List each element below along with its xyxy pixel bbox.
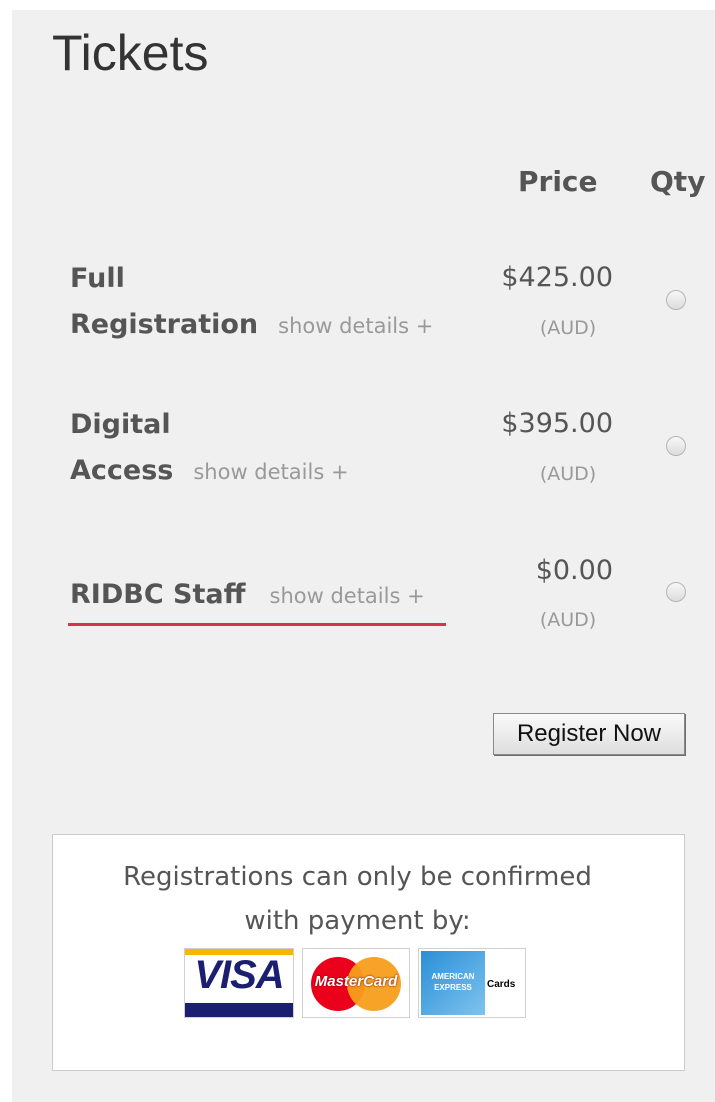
qty-column-header: Qty [650,165,706,198]
register-now-button[interactable]: Register Now [493,713,685,755]
amex-brand-line2: EXPRESS [434,983,472,992]
ticket-qty-radio[interactable] [666,290,686,310]
ticket-qty-radio[interactable] [666,582,686,602]
price-column-header: Price [518,165,598,198]
ticket-name-line2: Access [70,455,174,486]
amex-brand-line1: AMERICAN [431,972,475,981]
amex-cards-text: Cards [487,979,516,990]
ticket-row-full-registration: Full Registration show details + [70,256,433,349]
ticket-name-line2: Registration [70,309,259,340]
focus-underline [68,623,446,626]
ticket-name-line1: Full [70,263,125,294]
page-title: Tickets [52,25,209,81]
show-details-link[interactable]: show details + [193,460,348,484]
ticket-name-line1: Digital [70,409,171,440]
ticket-price: $425.00 [501,262,613,293]
show-details-link[interactable]: show details + [270,584,425,608]
ticket-price: $0.00 [535,555,613,586]
visa-logo-text: VISA [194,953,284,997]
ticket-row-ridbc-staff: RIDBC Staff show details + [70,572,425,619]
visa-logo: VISA [184,948,294,1018]
payment-note-line2: with payment by: [244,906,471,936]
ticket-currency: (AUD) [539,463,597,485]
ticket-name-line1: RIDBC Staff [70,579,246,610]
ticket-price: $395.00 [501,408,613,439]
ticket-currency: (AUD) [539,317,597,339]
show-details-link[interactable]: show details + [278,314,433,338]
mastercard-logo: MasterCard [302,948,410,1018]
amex-logo: AMERICAN EXPRESS Cards [418,948,526,1018]
ticket-qty-radio[interactable] [666,436,686,456]
ticket-row-digital-access: Digital Access show details + [70,402,349,495]
payment-note-line1: Registrations can only be confirmed [123,862,592,892]
ticket-currency: (AUD) [539,609,597,631]
mastercard-logo-text: MasterCard [314,973,398,990]
